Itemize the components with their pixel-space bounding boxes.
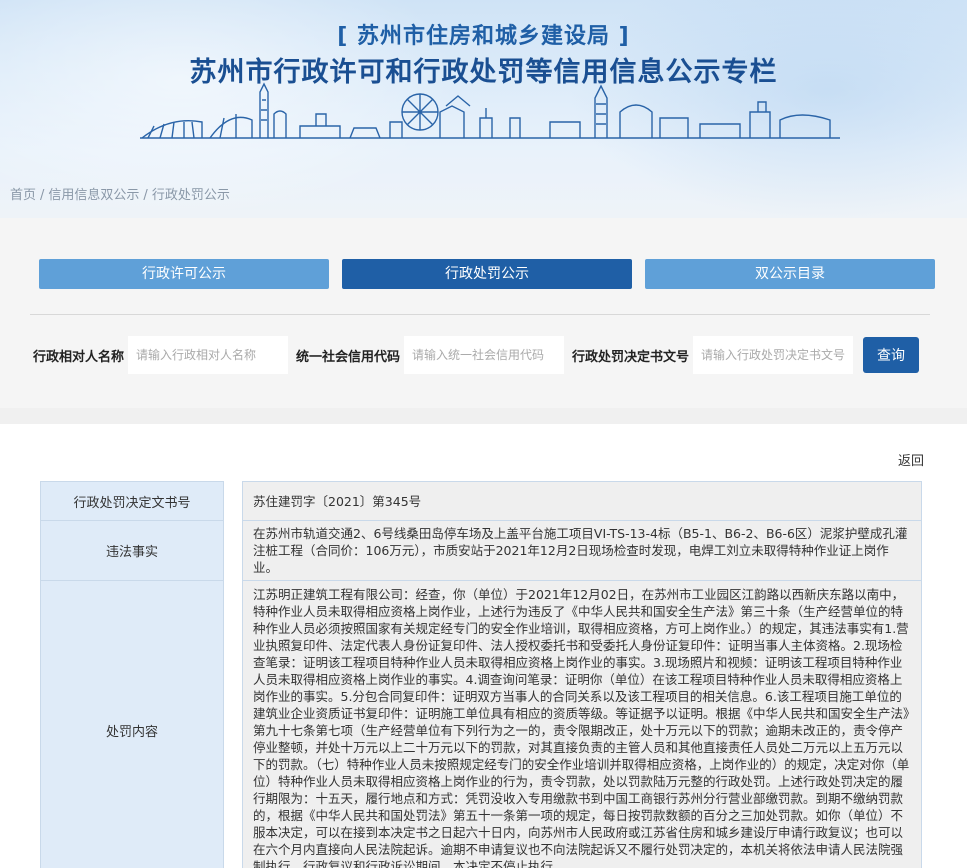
table-row: 处罚内容 江苏明正建筑工程有限公司：经查，你（单位）于2021年12月02日，在… — [40, 580, 922, 868]
counterparty-name-input[interactable] — [128, 336, 289, 374]
breadcrumb-credit-info[interactable]: 信用信息双公示 — [48, 188, 139, 203]
credit-code-label: 统一社会信用代码 — [296, 349, 401, 365]
tab-admin-license[interactable]: 行政许可公示 — [39, 259, 329, 289]
tab-admin-penalty[interactable]: 行政处罚公示 — [342, 259, 632, 289]
breadcrumb-separator: / — [143, 188, 148, 203]
table-row: 行政处罚决定文书号 苏住建罚字〔2021〕第345号 — [40, 481, 922, 521]
decision-number-input[interactable] — [693, 336, 854, 374]
tab-publicity-catalog[interactable]: 双公示目录 — [645, 259, 935, 289]
nav-search-panel: 行政许可公示 行政处罚公示 双公示目录 行政相对人名称 统一社会信用代码 行政处… — [0, 218, 967, 408]
breadcrumb-home[interactable]: 首页 — [10, 188, 36, 203]
row-value: 在苏州市轨道交通2、6号线桑田岛停车场及上盖平台施工项目VI-TS-13-4标（… — [242, 520, 922, 581]
breadcrumb-separator: / — [40, 188, 45, 203]
penalty-info-table: 行政处罚决定文书号 苏住建罚字〔2021〕第345号 违法事实 在苏州市轨道交通… — [40, 481, 922, 868]
search-form: 行政相对人名称 统一社会信用代码 行政处罚决定书文号 查询 — [33, 336, 920, 374]
back-link[interactable]: 返回 — [898, 450, 924, 469]
row-key: 违法事实 — [40, 520, 224, 581]
counterparty-name-label: 行政相对人名称 — [33, 349, 125, 365]
tab-bar: 行政许可公示 行政处罚公示 双公示目录 — [39, 259, 935, 289]
breadcrumb-current: 行政处罚公示 — [151, 188, 230, 203]
decision-number-label: 行政处罚决定书文号 — [572, 349, 690, 365]
agency-name: [ 苏州市住房和城乡建设局 ] — [337, 24, 630, 49]
query-button[interactable]: 查询 — [863, 337, 920, 373]
breadcrumb: 首页 / 信用信息双公示 / 行政处罚公示 — [10, 184, 234, 203]
row-key: 行政处罚决定文书号 — [40, 481, 224, 521]
row-key: 处罚内容 — [40, 580, 224, 868]
credit-code-input[interactable] — [404, 336, 565, 374]
table-row: 违法事实 在苏州市轨道交通2、6号线桑田岛停车场及上盖平台施工项目VI-TS-1… — [40, 520, 922, 581]
page: [ 苏州市住房和城乡建设局 ] 苏州市行政许可和行政处罚等信用信息公示专栏 首页… — [0, 0, 967, 868]
city-skyline-illustration — [140, 82, 840, 139]
row-value: 苏住建罚字〔2021〕第345号 — [242, 481, 922, 521]
penalty-detail: 返回 行政处罚决定文书号 苏住建罚字〔2021〕第345号 违法事实 在苏州市轨… — [0, 424, 967, 868]
divider — [30, 314, 930, 315]
header-banner: [ 苏州市住房和城乡建设局 ] 苏州市行政许可和行政处罚等信用信息公示专栏 首页… — [0, 0, 967, 218]
row-value: 江苏明正建筑工程有限公司：经查，你（单位）于2021年12月02日，在苏州市工业… — [242, 580, 922, 868]
